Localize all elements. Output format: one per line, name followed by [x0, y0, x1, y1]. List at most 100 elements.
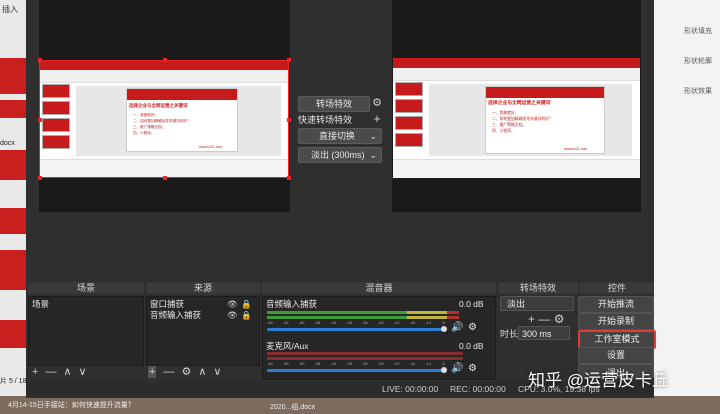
resize-handle[interactable] [38, 176, 42, 180]
minus-icon[interactable]: — [538, 312, 550, 326]
transition-select[interactable]: 淡出 [500, 296, 574, 311]
volume-slider-knob[interactable] [441, 326, 447, 332]
mixer-scale-tick: -20 [393, 320, 400, 325]
mixer-scale-tick: -50 [298, 320, 305, 325]
background-desktop-right: 形状填充 形状轮廓 形状效果 [654, 0, 720, 414]
mixer-scale-tick: -45 [314, 361, 321, 366]
transition-select-value: 淡出 [507, 299, 526, 309]
plus-icon[interactable]: + [371, 112, 383, 126]
shape-effect-label: 形状效果 [684, 88, 712, 95]
mixer-channel-name: 麦克风/Aux [266, 341, 309, 351]
volume-slider[interactable] [267, 369, 443, 372]
gear-icon[interactable]: ⚙ [554, 312, 565, 326]
preview-canvas[interactable]: 选择企业与全网运营之关键词 一、我做就好。 二、如何更加精确找寻关键词利好？ 三… [38, 0, 291, 212]
eye-icon[interactable]: 👁 [227, 299, 238, 309]
mixer-scale-tick: -10 [425, 361, 432, 366]
mixer-scale-tick: -20 [393, 361, 400, 366]
plus-icon[interactable]: + [32, 366, 38, 378]
transition-button[interactable]: 转场特效 [298, 96, 370, 112]
mixer-scale-tick: -5 [441, 320, 445, 325]
volume-slider-knob[interactable] [441, 367, 447, 373]
mixer-scale: -60 -55 -50 -45 -40 -35 -30 -25 -20 -15 -10 -5 0 [267, 320, 463, 326]
speaker-icon[interactable]: 🔊 [451, 364, 463, 374]
mixer-scale-tick: -35 [346, 320, 352, 325]
start-streaming-button[interactable]: 开始推流 [578, 296, 654, 313]
source-item-window-capture[interactable]: 窗口捕获 [150, 299, 184, 309]
gear-icon[interactable]: ⚙ [468, 364, 477, 374]
mixer-scale-tick: -60 [267, 361, 273, 366]
plus-icon[interactable]: + [148, 366, 157, 378]
mixer-dock-title: 混音器 [262, 282, 496, 294]
mixer-channel-db: 0.0 dB [459, 341, 484, 351]
preview-bullet: 四、小程序。 [133, 131, 155, 135]
gear-icon[interactable]: ⚙ [371, 96, 383, 110]
arrow-up-icon[interactable]: ∧ [198, 366, 206, 378]
lock-icon[interactable]: 🔒 [241, 299, 252, 309]
resize-handle[interactable] [287, 58, 291, 62]
watermark: 知乎 @运营皮卡丘 [528, 371, 669, 390]
scenes-list[interactable]: 场景 [28, 296, 144, 366]
scene-item[interactable]: 场景 [32, 299, 140, 309]
resize-handle[interactable] [163, 176, 167, 180]
transitions-dock-title: 转场特效 [498, 282, 578, 294]
direct-cut-button[interactable]: 直接切换 ⌄ [298, 128, 382, 144]
mixer-scale-tick: -55 [282, 320, 289, 325]
lock-icon[interactable]: 🔒 [241, 310, 252, 320]
program-slide-headline: 选择企业与全网运营之关键词 [488, 101, 551, 106]
preview-slide-headline: 选择企业与全网运营之关键词 [129, 103, 188, 108]
program-slide-footer: www.tci21.com [564, 147, 588, 151]
duration-input[interactable]: 300 ms [518, 326, 570, 340]
settings-button[interactable]: 设置 [578, 347, 654, 364]
desktop-slide-counter: 片 5 / 18 [0, 378, 27, 385]
sources-toolbar: + — ⚙ ∧ ∨ [148, 366, 228, 378]
shape-outline-label: 形状轮廓 [684, 58, 712, 65]
preview-slide-footer: www.tci21.com [199, 145, 223, 149]
desktop-file-label: 4月14-15日手接站：如何快速提升流量？ [8, 402, 135, 409]
background-desktop-left: 插入 片 5 / 18 docx [0, 0, 26, 414]
resize-handle[interactable] [287, 176, 291, 180]
start-recording-button[interactable]: 开始录制 [578, 313, 654, 330]
eye-icon[interactable]: 👁 [227, 310, 238, 320]
minus-icon[interactable]: — [163, 366, 174, 378]
arrow-down-icon[interactable]: ∨ [79, 366, 87, 378]
volume-slider[interactable] [267, 328, 443, 331]
resize-handle[interactable] [38, 118, 42, 122]
chevron-down-icon: ⌄ [369, 131, 377, 141]
resize-handle[interactable] [38, 58, 42, 62]
sources-list[interactable]: 窗口捕获 👁 🔒 音频输入捕获 👁 🔒 [146, 296, 260, 366]
mixer-scale-tick: -35 [346, 361, 352, 366]
obs-window: 选择企业与全网运营之关键词 一、我做就好。 二、如何更加精确找寻关键词利好？ 三… [26, 0, 656, 398]
program-bullet: 四、小程序。 [492, 129, 515, 133]
mixer-scale-tick: -30 [362, 320, 368, 325]
desktop-tab-insert: 插入 [2, 5, 18, 14]
shape-fill-label: 形状填充 [684, 28, 712, 35]
program-canvas: 选择企业与全网运营之关键词 一、我做就好。 二、如何更加精确找寻关键词利好？ 三… [392, 0, 641, 212]
preview-slide-card: 选择企业与全网运营之关键词 一、我做就好。 二、如何更加精确找寻关键词利好？ 三… [126, 88, 238, 152]
audio-mixer: 音频输入捕获 0.0 dB -60 -55 -50 -45 -40 -35 -30 -25 -2… [262, 296, 496, 380]
program-slide-card: 选择企业与全网运营之关键词 一、我做就好。 二、如何更加精确找寻关键词利好？ 三… [485, 86, 605, 154]
controls-dock-title: 控件 [580, 282, 654, 294]
mixer-scale-tick: -40 [330, 361, 337, 366]
mixer-channel-db: 0.0 dB [459, 299, 484, 309]
resize-handle[interactable] [163, 58, 167, 62]
direct-cut-label: 直接切换 [319, 131, 356, 141]
plus-icon[interactable]: + [528, 312, 535, 326]
speaker-icon[interactable]: 🔊 [451, 323, 463, 333]
gear-icon[interactable]: ⚙ [181, 366, 191, 378]
mixer-scale-tick: -25 [377, 320, 384, 325]
program-slide: 选择企业与全网运营之关键词 一、我做就好。 二、如何更加精确找寻关键词利好？ 三… [393, 58, 640, 178]
live-timer: LIVE: 00:00:00 [382, 384, 439, 394]
resize-handle[interactable] [287, 118, 291, 122]
sources-dock-title: 来源 [146, 282, 260, 294]
mixer-scale-tick: -10 [425, 320, 432, 325]
mixer-scale-tick: -30 [362, 361, 368, 366]
gear-icon[interactable]: ⚙ [468, 323, 477, 333]
source-item-audio-input[interactable]: 音频输入捕获 [150, 310, 201, 320]
fade-transition-button[interactable]: 淡出 (300ms) ⌄ [298, 147, 382, 163]
arrow-up-icon[interactable]: ∧ [63, 366, 71, 378]
minus-icon[interactable]: — [45, 366, 56, 378]
arrow-down-icon[interactable]: ∨ [213, 366, 221, 378]
mixer-scale: -60 -55 -50 -45 -40 -35 -30 -25 -20 -15 -10 -5 0 [267, 361, 463, 367]
duration-label: 时长 [500, 329, 519, 339]
fade-transition-label: 淡出 (300ms) [311, 150, 365, 160]
